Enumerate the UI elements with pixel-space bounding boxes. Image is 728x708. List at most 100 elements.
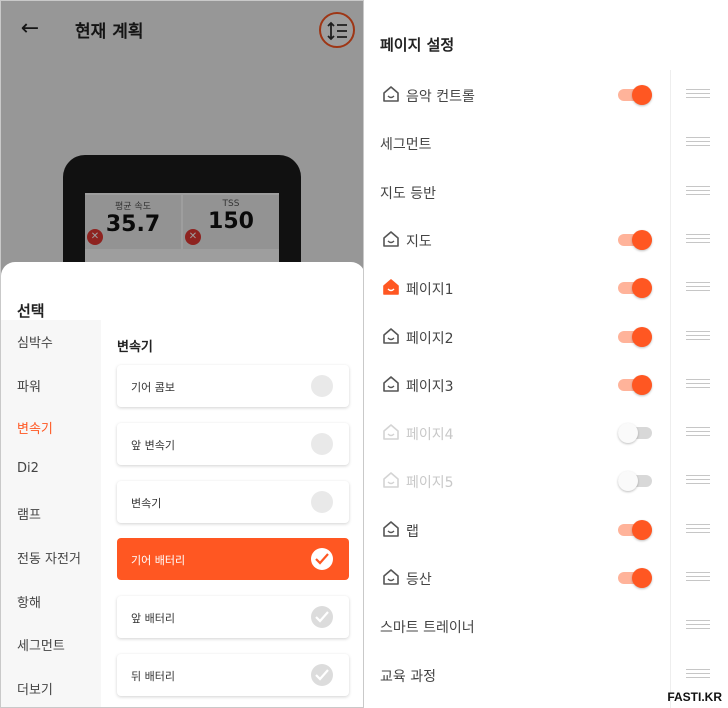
drag-handle-icon[interactable] [686,475,710,487]
page-row[interactable]: 등산 [364,554,670,602]
toggle-knob [632,230,652,250]
toggle-knob [618,471,638,491]
page-row-label: 페이지2 [406,331,454,347]
page-row-label: 랩 [406,524,419,540]
page-row-label: 페이지3 [406,379,454,395]
category-item[interactable]: 더보기 [17,679,53,698]
drag-handle-icon[interactable] [686,669,710,681]
toggle-knob [632,327,652,347]
visibility-toggle[interactable] [618,423,652,443]
check-circle-icon [311,433,333,455]
option-rear-battery[interactable]: 뒤 배터리 [117,654,349,696]
watermark: FASTI.KR [667,690,722,704]
current-plan-screen: ← 현재 계획 평균 속도 35.7 ✕ TSS 150 ✕ 선택 심박수 파워… [0,0,364,708]
home-outline-icon [383,472,399,488]
page-row-label: 지도 [406,234,432,250]
home-outline-icon [383,521,399,537]
category-item[interactable]: 심박수 [17,332,53,351]
check-icon [311,606,333,628]
visibility-toggle[interactable] [618,278,652,298]
drag-handle-icon[interactable] [686,427,710,439]
visibility-toggle[interactable] [618,520,652,540]
option-label: 앞 배터리 [131,612,175,625]
home-outline-icon [383,569,399,585]
page-row-label: 페이지4 [406,427,454,443]
page-row-label: 지도 등반 [380,186,436,202]
sheet-title: 선택 [17,302,45,320]
category-item[interactable]: 항해 [17,592,41,611]
option-gear-combo[interactable]: 기어 콤보 [117,365,349,407]
toggle-knob [632,278,652,298]
drag-handle-icon[interactable] [686,137,710,149]
page-row[interactable]: 지도 등반 [364,168,670,216]
option-label: 기어 배터리 [131,554,186,567]
drag-handle-icon[interactable] [686,620,710,632]
section-title: 변속기 [117,340,153,355]
option-label: 뒤 배터리 [131,670,175,683]
page-row-label: 교육 과정 [380,669,436,685]
page-row-label: 세그먼트 [380,137,432,153]
page-row[interactable]: 음악 컨트롤 [364,71,670,119]
check-icon [311,548,333,570]
drag-handle-icon[interactable] [686,234,710,246]
drag-handle-icon[interactable] [686,89,710,101]
category-item[interactable]: 램프 [17,504,41,523]
category-item[interactable]: 세그먼트 [17,635,65,654]
option-front-derailleur[interactable]: 앞 변속기 [117,423,349,465]
page-row-label: 등산 [406,572,432,588]
home-outline-icon [383,328,399,344]
page-row[interactable]: 세그먼트 [364,119,670,167]
check-circle-icon [311,491,333,513]
category-list: 심박수 파워 변속기 Di2 램프 전동 자전거 항해 세그먼트 더보기 [1,320,101,707]
drag-handle-icon[interactable] [686,379,710,391]
option-label: 변속기 [131,497,162,510]
option-label: 앞 변속기 [131,439,175,452]
visibility-toggle[interactable] [618,85,652,105]
page-row[interactable]: 페이지3 [364,361,670,409]
home-outline-icon [383,376,399,392]
home-outline-icon [383,86,399,102]
category-item[interactable]: 파워 [17,376,41,395]
visibility-toggle[interactable] [618,375,652,395]
page-row[interactable]: 랩 [364,506,670,554]
select-bottom-sheet: 선택 심박수 파워 변속기 Di2 램프 전동 자전거 항해 세그먼트 더보기 … [1,262,363,707]
page-row-label: 페이지5 [406,475,454,491]
page-row-label: 스마트 트레이너 [380,620,475,636]
toggle-knob [632,520,652,540]
option-derailleur[interactable]: 변속기 [117,481,349,523]
visibility-toggle[interactable] [618,568,652,588]
drag-handle-icon[interactable] [686,331,710,343]
page-title: 페이지 설정 [380,36,455,54]
category-item-active[interactable]: 변속기 [17,418,53,437]
drag-handle-icon[interactable] [686,282,710,294]
home-outline-icon [383,231,399,247]
toggle-knob [632,375,652,395]
drag-handle-icon[interactable] [686,186,710,198]
toggle-knob [618,423,638,443]
home-filled-icon [383,279,399,295]
page-row[interactable]: 지도 [364,216,670,264]
check-icon [311,664,333,686]
option-gear-battery[interactable]: 기어 배터리 [117,538,349,580]
category-item[interactable]: Di2 [17,461,39,476]
drag-handle-icon[interactable] [686,524,710,536]
toggle-knob [632,568,652,588]
page-row[interactable]: 교육 과정 [364,651,670,699]
page-row[interactable]: 스마트 트레이너 [364,602,670,650]
option-label: 기어 콤보 [131,381,175,394]
visibility-toggle[interactable] [618,471,652,491]
option-front-battery[interactable]: 앞 배터리 [117,596,349,638]
home-outline-icon [383,424,399,440]
drag-handle-icon[interactable] [686,572,710,584]
visibility-toggle[interactable] [618,230,652,250]
check-circle-icon [311,375,333,397]
page-row[interactable]: 페이지4 [364,409,670,457]
category-item[interactable]: 전동 자전거 [17,548,81,567]
page-row-label: 음악 컨트롤 [406,89,475,105]
page-row[interactable]: 페이지1 [364,264,670,312]
page-settings-screen: 페이지 설정 음악 컨트롤세그먼트지도 등반지도페이지1 페이지2 페이지3 페이지4… [364,0,728,708]
page-row[interactable]: 페이지2 [364,313,670,361]
visibility-toggle[interactable] [618,327,652,347]
page-row-label: 페이지1 [406,282,454,298]
page-row[interactable]: 페이지5 [364,457,670,505]
